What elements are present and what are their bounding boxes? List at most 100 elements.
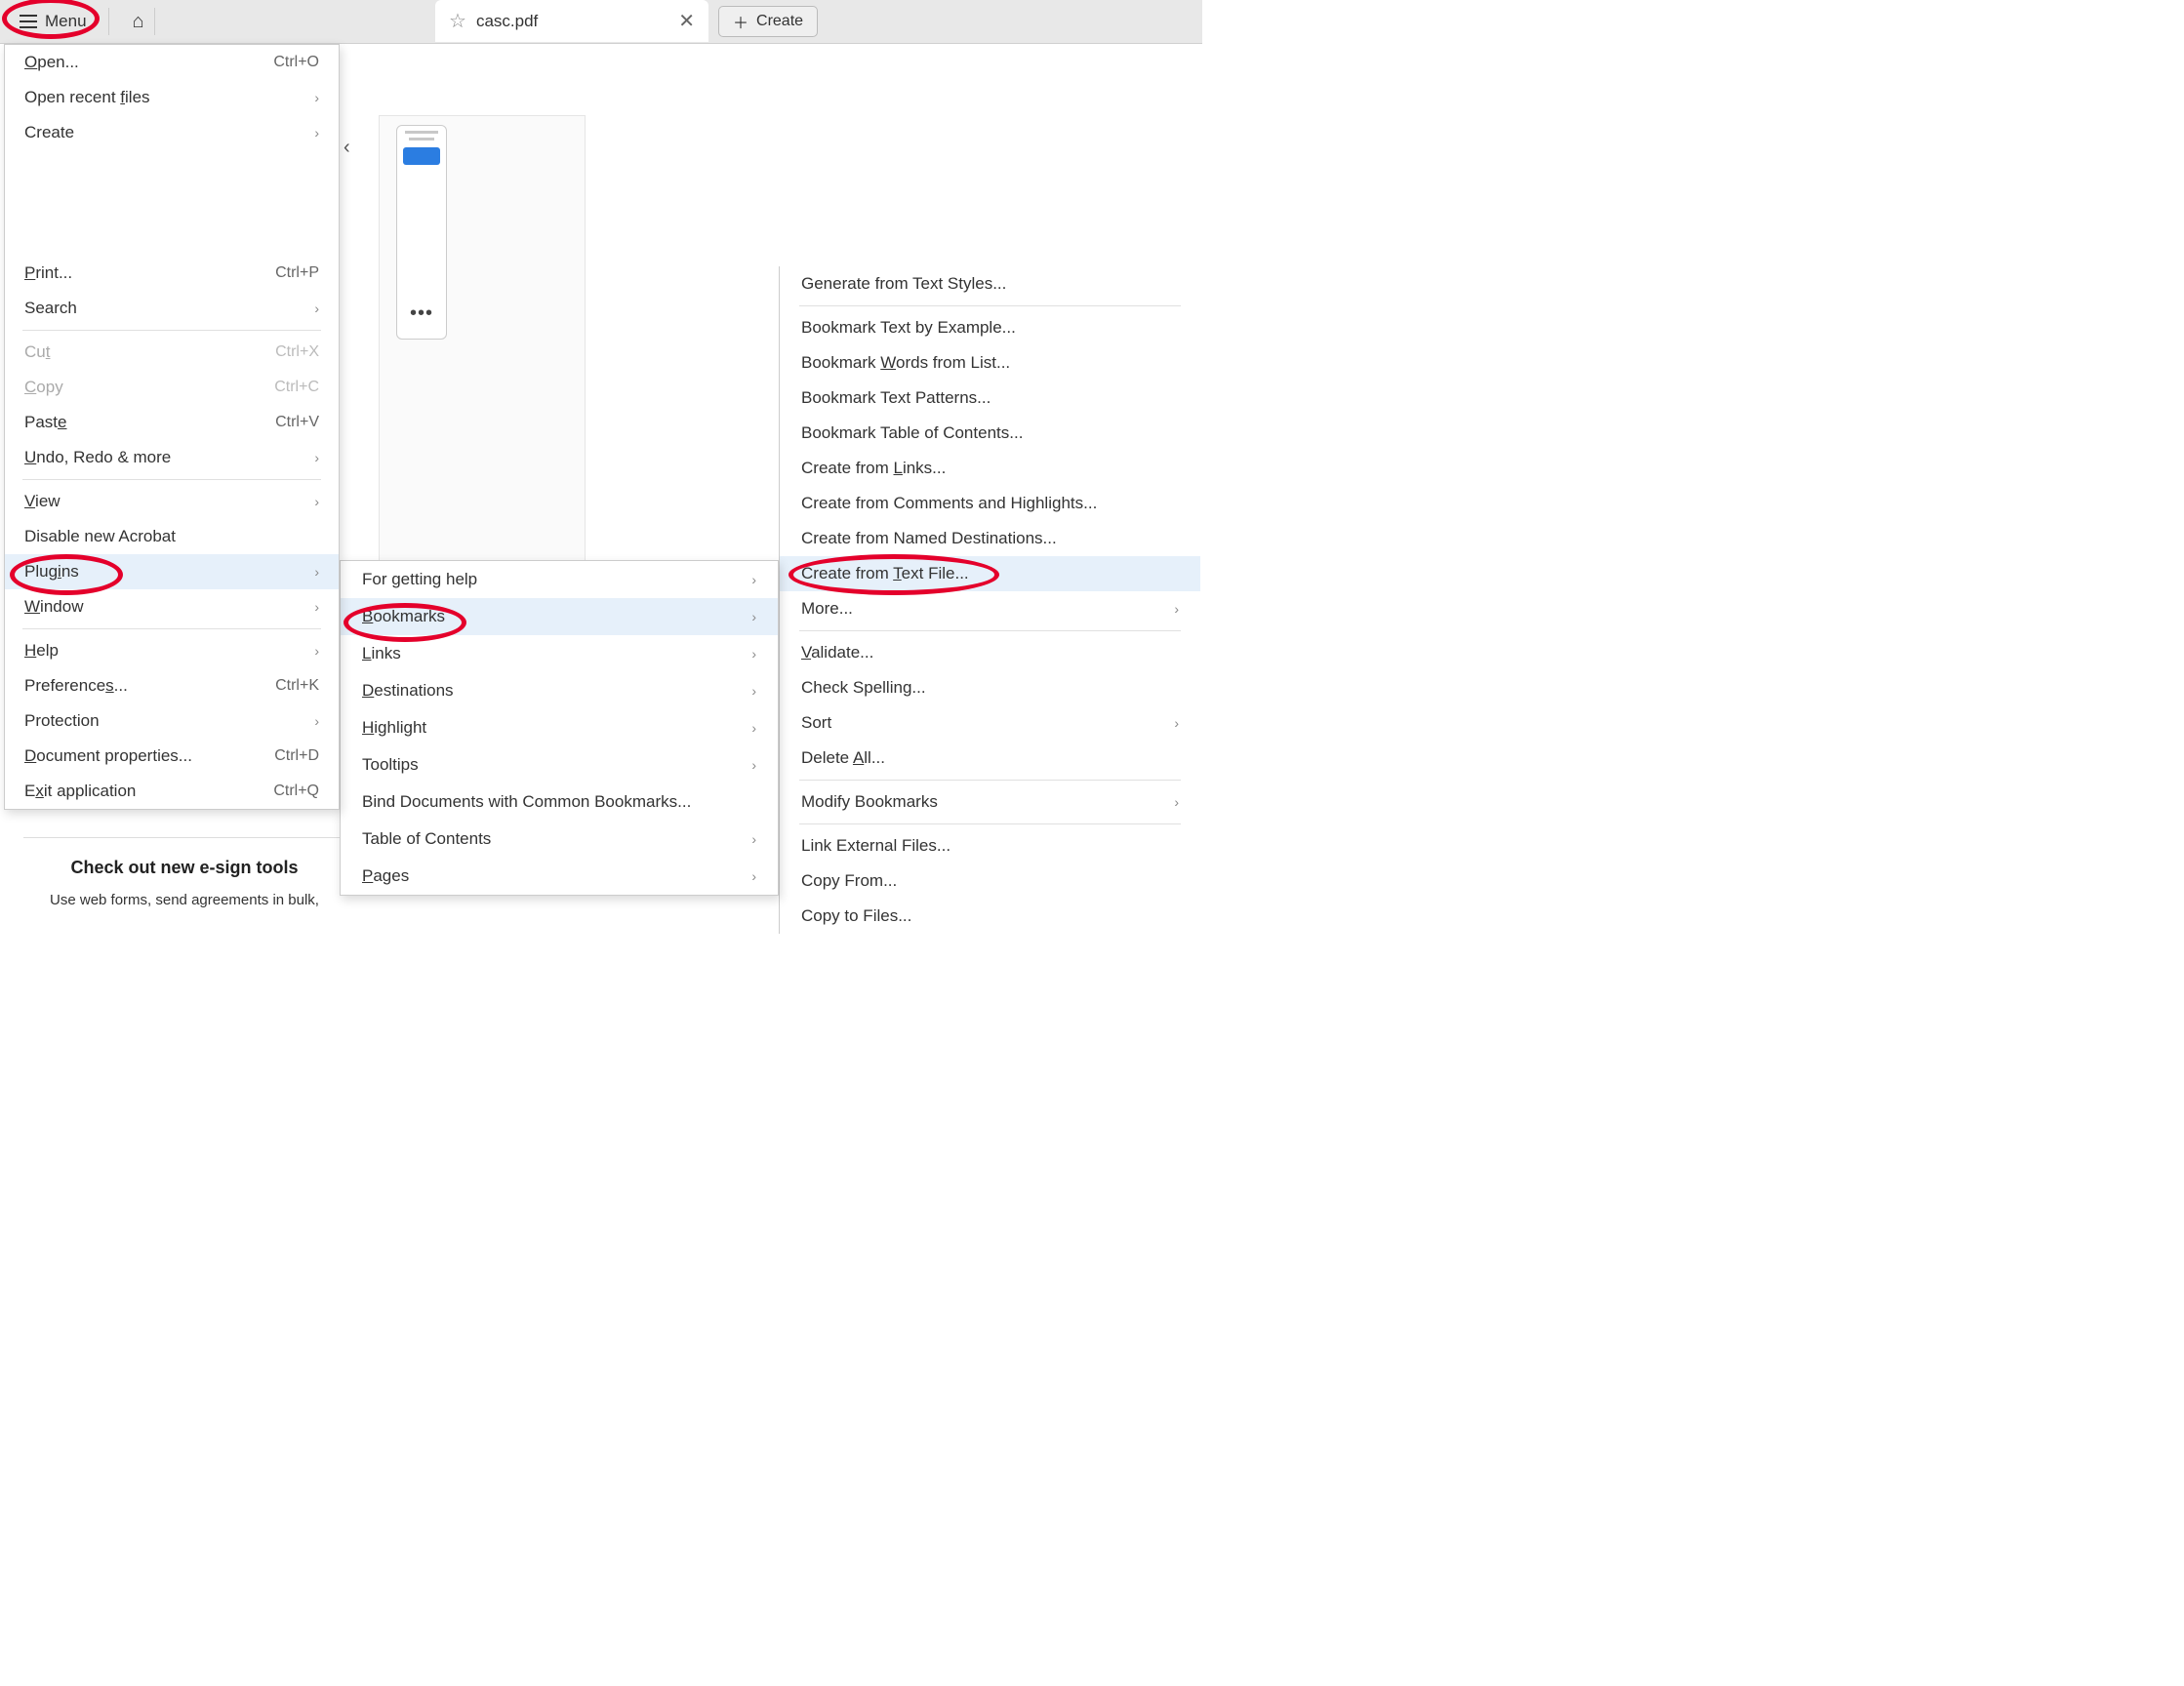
shortcut: Ctrl+Q <box>273 783 319 800</box>
menu-separator <box>22 479 321 480</box>
menu-separator <box>799 630 1181 631</box>
submenu-links[interactable]: Links › <box>341 635 778 672</box>
create-button[interactable]: ＋ Create <box>718 6 818 37</box>
shortcut: Ctrl+K <box>275 677 319 695</box>
submenu-bind-documents[interactable]: Bind Documents with Common Bookmarks... <box>341 783 778 821</box>
submenu-highlight[interactable]: Highlight › <box>341 709 778 746</box>
menu-separator <box>799 823 1181 824</box>
shortcut: Ctrl+P <box>275 264 319 282</box>
submenu-tooltips[interactable]: Tooltips › <box>341 746 778 783</box>
bookmarks-submenu: Generate from Text Styles... Bookmark Te… <box>779 266 1200 934</box>
chevron-right-icon: › <box>751 572 756 587</box>
bm-more[interactable]: More... › <box>780 591 1200 626</box>
chevron-right-icon: › <box>314 450 319 465</box>
menu-separator <box>799 780 1181 781</box>
bm-copy-from[interactable]: Copy From... <box>780 863 1200 899</box>
menu-gap <box>5 150 339 256</box>
menu-plugins[interactable]: Plugins › <box>5 554 339 589</box>
toolbar-divider <box>108 8 109 35</box>
menu-print[interactable]: Print... Ctrl+P <box>5 256 339 291</box>
shortcut: Ctrl+D <box>274 747 319 765</box>
plus-icon: ＋ <box>733 10 748 33</box>
chevron-right-icon: › <box>314 599 319 615</box>
bm-generate-from-text-styles[interactable]: Generate from Text Styles... <box>780 266 1200 301</box>
esign-promo: Check out new e-sign tools Use web forms… <box>23 837 345 908</box>
submenu-bookmarks[interactable]: Bookmarks › <box>341 598 778 635</box>
menu-label: Menu <box>45 12 87 31</box>
chevron-right-icon: › <box>751 609 756 624</box>
toolbar: Menu ⌂ ☆ casc.pdf ✕ ＋ Create <box>0 0 1202 44</box>
chevron-right-icon: › <box>751 868 756 884</box>
menu-preferences[interactable]: Preferences... Ctrl+K <box>5 668 339 703</box>
close-tab-icon[interactable]: ✕ <box>678 9 695 33</box>
bm-check-spelling[interactable]: Check Spelling... <box>780 670 1200 705</box>
menu-search[interactable]: Search › <box>5 291 339 326</box>
main-menu: Open... Ctrl+O Open recent files › Creat… <box>4 44 340 810</box>
chevron-right-icon: › <box>751 646 756 662</box>
menu-exit[interactable]: Exit application Ctrl+Q <box>5 774 339 809</box>
menu-undo-redo[interactable]: Undo, Redo & more › <box>5 440 339 475</box>
bm-text-patterns[interactable]: Bookmark Text Patterns... <box>780 381 1200 416</box>
menu-button[interactable]: Menu <box>8 6 99 37</box>
chevron-right-icon: › <box>751 720 756 736</box>
bm-create-from-text-file[interactable]: Create from Text File... <box>780 556 1200 591</box>
chevron-right-icon: › <box>1174 794 1179 810</box>
shortcut: Ctrl+O <box>273 54 319 71</box>
star-icon[interactable]: ☆ <box>449 9 466 33</box>
bm-words-from-list[interactable]: Bookmark Words from List... <box>780 345 1200 381</box>
bm-copy-to-files[interactable]: Copy to Files... <box>780 899 1200 934</box>
bm-create-from-links[interactable]: Create from Links... <box>780 451 1200 486</box>
chevron-right-icon: › <box>314 643 319 659</box>
chevron-right-icon: › <box>314 713 319 729</box>
bm-text-by-example[interactable]: Bookmark Text by Example... <box>780 310 1200 345</box>
plugins-submenu: For getting help › Bookmarks › Links › D… <box>340 560 779 896</box>
menu-protection[interactable]: Protection › <box>5 703 339 739</box>
bm-link-external-files[interactable]: Link External Files... <box>780 828 1200 863</box>
bm-table-of-contents[interactable]: Bookmark Table of Contents... <box>780 416 1200 451</box>
hamburger-icon <box>20 15 37 28</box>
chevron-right-icon: › <box>314 301 319 316</box>
chevron-right-icon: › <box>751 683 756 699</box>
document-tab[interactable]: ☆ casc.pdf ✕ <box>435 0 708 42</box>
home-icon[interactable]: ⌂ <box>133 11 144 33</box>
tab-title: casc.pdf <box>476 12 668 31</box>
menu-view[interactable]: View › <box>5 484 339 519</box>
chevron-right-icon: › <box>751 757 756 773</box>
menu-document-properties[interactable]: Document properties... Ctrl+D <box>5 739 339 774</box>
more-dots-icon[interactable]: ••• <box>410 302 433 325</box>
bm-create-from-named-destinations[interactable]: Create from Named Destinations... <box>780 521 1200 556</box>
menu-create[interactable]: Create › <box>5 115 339 150</box>
esign-title: Check out new e-sign tools <box>23 858 345 878</box>
toolbar-divider <box>154 8 155 35</box>
bm-sort[interactable]: Sort › <box>780 705 1200 741</box>
esign-subtitle: Use web forms, send agreements in bulk, <box>23 892 345 908</box>
menu-separator <box>22 330 321 331</box>
chevron-right-icon: › <box>314 494 319 509</box>
submenu-table-of-contents[interactable]: Table of Contents › <box>341 821 778 858</box>
chevron-right-icon: › <box>1174 715 1179 731</box>
chevron-right-icon: › <box>314 90 319 105</box>
menu-open[interactable]: Open... Ctrl+O <box>5 45 339 80</box>
submenu-for-getting-help[interactable]: For getting help › <box>341 561 778 598</box>
bm-validate[interactable]: Validate... <box>780 635 1200 670</box>
menu-help[interactable]: Help › <box>5 633 339 668</box>
chevron-right-icon: › <box>314 564 319 580</box>
menu-window[interactable]: Window › <box>5 589 339 624</box>
menu-separator <box>799 305 1181 306</box>
menu-open-recent[interactable]: Open recent files › <box>5 80 339 115</box>
menu-cut: Cut Ctrl+X <box>5 335 339 370</box>
chevron-right-icon: › <box>751 831 756 847</box>
bm-delete-all[interactable]: Delete All... <box>780 741 1200 776</box>
submenu-destinations[interactable]: Destinations › <box>341 672 778 709</box>
chevron-right-icon: › <box>314 125 319 140</box>
menu-separator <box>22 628 321 629</box>
bm-modify-bookmarks[interactable]: Modify Bookmarks › <box>780 784 1200 820</box>
menu-disable-new-acrobat[interactable]: Disable new Acrobat <box>5 519 339 554</box>
bm-create-from-comments[interactable]: Create from Comments and Highlights... <box>780 486 1200 521</box>
collapse-icon[interactable]: ‹ <box>344 137 350 159</box>
menu-paste[interactable]: Paste Ctrl+V <box>5 405 339 440</box>
submenu-pages[interactable]: Pages › <box>341 858 778 895</box>
shortcut: Ctrl+X <box>275 343 319 361</box>
shortcut: Ctrl+V <box>275 414 319 431</box>
chevron-right-icon: › <box>1174 601 1179 617</box>
